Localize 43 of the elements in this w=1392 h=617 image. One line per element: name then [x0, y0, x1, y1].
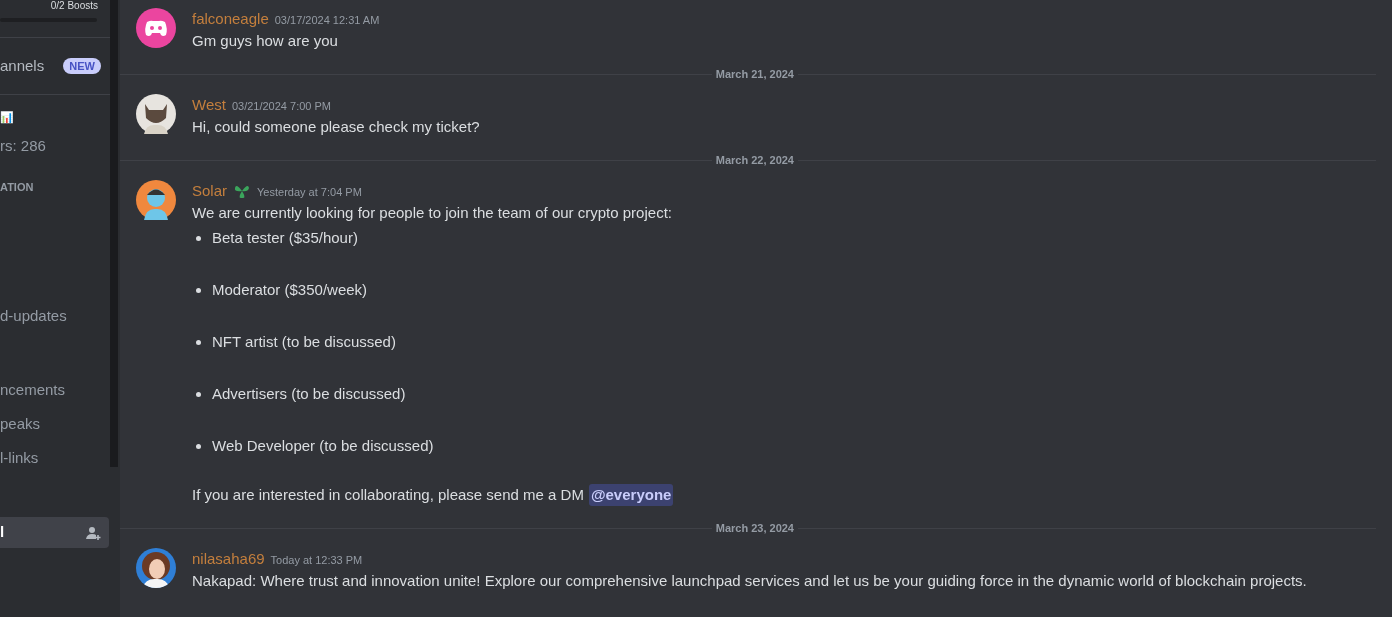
author-name[interactable]: West [192, 93, 226, 117]
channel-emoji: 📊 [0, 110, 15, 125]
message-text: If you are interested in collaborating, please send me a DM [192, 484, 584, 505]
author-name[interactable]: nilasaha69 [192, 547, 265, 571]
author-name[interactable]: Solar [192, 179, 228, 203]
channel-item[interactable]: rs: 286 [0, 135, 109, 157]
date-divider: March 23, 2024 [714, 520, 795, 536]
list-item-text: Web Developer (to be discussed) [212, 435, 434, 456]
avatar-icon [136, 180, 176, 220]
bullet-icon [196, 287, 201, 293]
scrollbar[interactable] [110, 0, 118, 467]
bullet-icon [196, 443, 201, 449]
list-item-text: Moderator ($350/week) [212, 279, 368, 300]
timestamp: 03/17/2024 12:31 AM [274, 12, 380, 28]
bullet-icon [196, 235, 201, 241]
message-text: Gm guys how are you [192, 30, 338, 51]
list-item-text: Advertisers (to be discussed) [212, 383, 406, 404]
mention-link[interactable]: @everyone [588, 483, 674, 507]
new-badge: NEW [63, 57, 101, 75]
add-user-icon[interactable] [85, 524, 101, 541]
channel-item[interactable]: d-updates [0, 305, 109, 327]
date-divider: March 21, 2024 [714, 66, 795, 82]
message-text: Nakapad: Where trust and innovation unite! Explore our comprehensive launchpad services and let us be your guiding force in the dynamic world of blockchain projects. [192, 570, 1307, 591]
date-divider: March 22, 2024 [714, 152, 795, 168]
list-item-text: Beta tester ($35/hour) [212, 227, 358, 248]
avatar-icon [136, 8, 176, 48]
channel-item[interactable]: peaks [0, 413, 109, 435]
channel-item[interactable]: l [0, 517, 109, 548]
avatar-icon [136, 94, 176, 134]
message-text: Hi, could someone please check my ticket? [192, 116, 480, 137]
list-item-text: NFT artist (to be discussed) [212, 331, 396, 352]
message-text: We are currently looking for people to join the team of our crypto project: [192, 202, 672, 223]
timestamp: 03/21/2024 7:00 PM [231, 98, 331, 114]
author-name[interactable]: falconeagle [192, 7, 269, 31]
channel-item[interactable]: ncements [0, 379, 109, 401]
bullet-icon [196, 391, 201, 397]
channel-item[interactable]: annels [0, 54, 49, 78]
bullet-icon [196, 339, 201, 345]
category-header[interactable]: ATION [0, 179, 110, 195]
channel-item[interactable]: l-links [0, 447, 109, 469]
timestamp: Today at 12:33 PM [270, 552, 363, 568]
timestamp: Yesterday at 7:04 PM [257, 184, 362, 200]
boost-count[interactable]: 0/2 Boosts [50, 0, 98, 12]
